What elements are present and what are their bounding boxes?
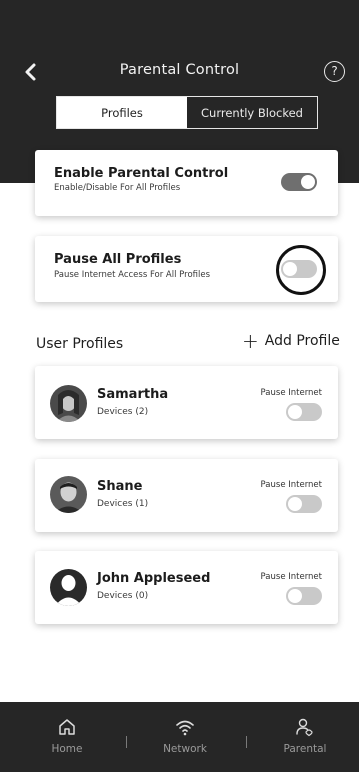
- nav-network[interactable]: Network: [135, 717, 235, 755]
- home-icon: [59, 719, 75, 735]
- plus-icon: +: [242, 329, 259, 353]
- profile-devices: Devices (2): [97, 407, 149, 417]
- nav-home[interactable]: Home: [17, 717, 117, 755]
- toggle-knob: [301, 175, 315, 189]
- toggle-knob: [288, 589, 302, 603]
- parental-user-icon: [296, 718, 313, 737]
- nav-home-label: Home: [51, 743, 83, 755]
- nav-divider: [126, 736, 127, 748]
- nav-network-label: Network: [163, 743, 207, 755]
- nav-parental[interactable]: Parental: [255, 717, 355, 755]
- enable-parental-control-card: Enable Parental Control Enable/Disable F…: [35, 150, 338, 216]
- pause-internet-label: Pause Internet: [260, 572, 322, 582]
- avatar: [50, 385, 87, 422]
- pause-internet-label: Pause Internet: [260, 388, 322, 398]
- highlight-ring: [276, 245, 326, 295]
- avatar: [50, 476, 87, 513]
- enable-parental-control-subtitle: Enable/Disable For All Profiles: [54, 183, 181, 193]
- tab-currently-blocked[interactable]: Currently Blocked: [187, 97, 317, 128]
- tab-profiles[interactable]: Profiles: [57, 97, 187, 128]
- page-title: Parental Control: [119, 62, 240, 78]
- profile-devices: Devices (0): [97, 591, 149, 601]
- profile-name: Shane: [97, 479, 143, 494]
- toggle-knob: [288, 497, 302, 511]
- bottom-nav: Home Network Parental: [0, 702, 359, 772]
- profile-devices: Devices (1): [97, 499, 149, 509]
- enable-parental-control-toggle[interactable]: [281, 173, 317, 191]
- pause-all-profiles-subtitle: Pause Internet Access For All Profiles: [54, 270, 211, 280]
- profile-card[interactable]: Shane Devices (1) Pause Internet: [35, 459, 338, 532]
- avatar: [50, 569, 87, 606]
- nav-parental-label: Parental: [283, 743, 327, 755]
- profile-name: Samartha: [97, 387, 169, 402]
- tab-switcher: Profiles Currently Blocked: [56, 96, 318, 129]
- pause-internet-label: Pause Internet: [260, 480, 322, 490]
- question-circle-icon[interactable]: ?: [324, 61, 345, 82]
- pause-internet-toggle[interactable]: [286, 495, 322, 513]
- user-profiles-heading: User Profiles: [36, 336, 124, 352]
- nav-divider: [246, 736, 247, 748]
- add-profile-label: Add Profile: [264, 333, 340, 349]
- enable-parental-control-title: Enable Parental Control: [54, 166, 229, 181]
- pause-all-profiles-title: Pause All Profiles: [54, 252, 182, 267]
- toggle-knob: [288, 405, 302, 419]
- pause-internet-toggle[interactable]: [286, 587, 322, 605]
- profile-card[interactable]: John Appleseed Devices (0) Pause Interne…: [35, 551, 338, 624]
- wifi-icon: [176, 720, 194, 736]
- profile-name: John Appleseed: [97, 571, 211, 586]
- profile-card[interactable]: Samartha Devices (2) Pause Internet: [35, 366, 338, 439]
- add-profile-button[interactable]: + Add Profile: [242, 329, 340, 353]
- pause-internet-toggle[interactable]: [286, 403, 322, 421]
